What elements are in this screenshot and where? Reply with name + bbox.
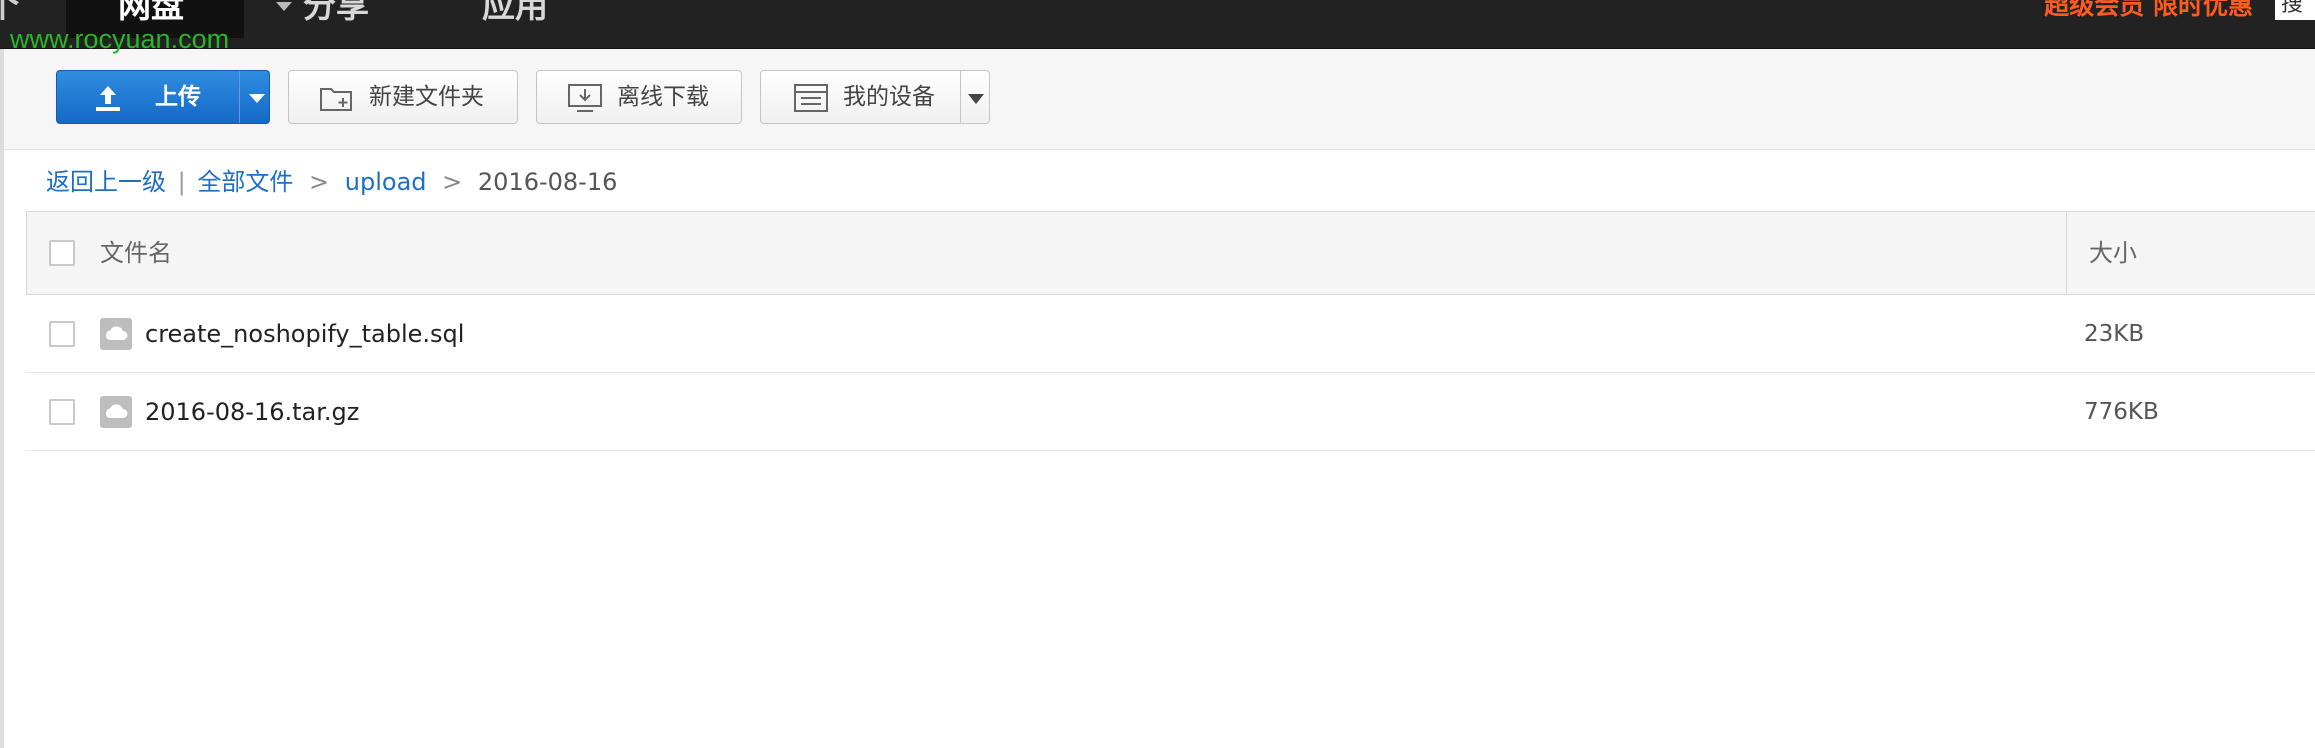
new-folder-label: 新建文件夹	[369, 84, 484, 110]
upload-button[interactable]: 上传	[56, 70, 270, 124]
search-input[interactable]: 搜	[2275, 0, 2315, 20]
new-folder-icon	[320, 88, 352, 111]
column-divider[interactable]	[2066, 212, 2067, 294]
file-icon	[100, 396, 132, 428]
cloud-icon	[105, 404, 128, 418]
file-name[interactable]: create_noshopify_table.sql	[145, 318, 464, 350]
offline-download-icon	[568, 84, 602, 112]
all-files-link[interactable]: 全部文件	[197, 168, 293, 196]
my-devices-label: 我的设备	[843, 84, 935, 110]
upload-icon	[96, 86, 120, 111]
watermark: www.rocyuan.com	[10, 24, 230, 54]
nav-tab-netdisk-label: 网盘	[118, 0, 184, 25]
file-size: 776KB	[2084, 399, 2159, 425]
nav-item-partial[interactable]: 个	[0, 0, 19, 38]
left-border	[0, 49, 4, 748]
offline-download-button[interactable]: 离线下载	[536, 70, 742, 124]
upload-button-label: 上传	[155, 84, 201, 110]
device-icon	[794, 84, 828, 112]
upload-dropdown-arrow-icon[interactable]	[249, 94, 265, 103]
upload-split-divider	[239, 71, 240, 123]
breadcrumb-current: 2016-08-16	[477, 168, 618, 196]
column-header-size[interactable]: 大小	[2089, 238, 2137, 268]
top-nav-bar: 个 网盘 分享 应用 超级会员 限时优惠 搜	[0, 0, 2315, 49]
device-split-divider	[960, 71, 961, 123]
vip-promo-link[interactable]: 超级会员 限时优惠	[2044, 0, 2253, 26]
file-name[interactable]: 2016-08-16.tar.gz	[145, 396, 359, 428]
breadcrumb-separator: >	[309, 168, 330, 196]
nav-tab-apps[interactable]: 应用	[482, 0, 548, 38]
breadcrumb-folder-upload[interactable]: upload	[345, 168, 427, 196]
chevron-down-icon	[276, 2, 292, 11]
my-devices-button[interactable]: 我的设备	[760, 70, 990, 124]
file-size: 23KB	[2084, 321, 2145, 347]
row-checkbox[interactable]	[49, 321, 75, 347]
select-all-checkbox[interactable]	[49, 240, 75, 266]
breadcrumb-separator: >	[442, 168, 463, 196]
devices-dropdown-arrow-icon[interactable]	[968, 94, 984, 104]
toolbar: 上传 新建文件夹 离线下载 我的设备	[0, 49, 2315, 150]
table-row[interactable]: 2016-08-16.tar.gz 776KB	[26, 374, 2315, 451]
offline-download-label: 离线下载	[617, 84, 709, 110]
file-table-header: 文件名 大小	[26, 211, 2315, 295]
column-header-name[interactable]: 文件名	[100, 238, 172, 268]
new-folder-button[interactable]: 新建文件夹	[288, 70, 518, 124]
file-icon	[100, 318, 132, 350]
back-up-link[interactable]: 返回上一级	[46, 168, 166, 196]
cloud-icon	[105, 326, 128, 340]
row-checkbox[interactable]	[49, 399, 75, 425]
breadcrumb: 返回上一级 | 全部文件 > upload > 2016-08-16	[46, 166, 617, 198]
nav-tab-share[interactable]: 分享	[303, 0, 369, 38]
breadcrumb-divider: |	[177, 168, 186, 196]
table-row[interactable]: create_noshopify_table.sql 23KB	[26, 296, 2315, 373]
